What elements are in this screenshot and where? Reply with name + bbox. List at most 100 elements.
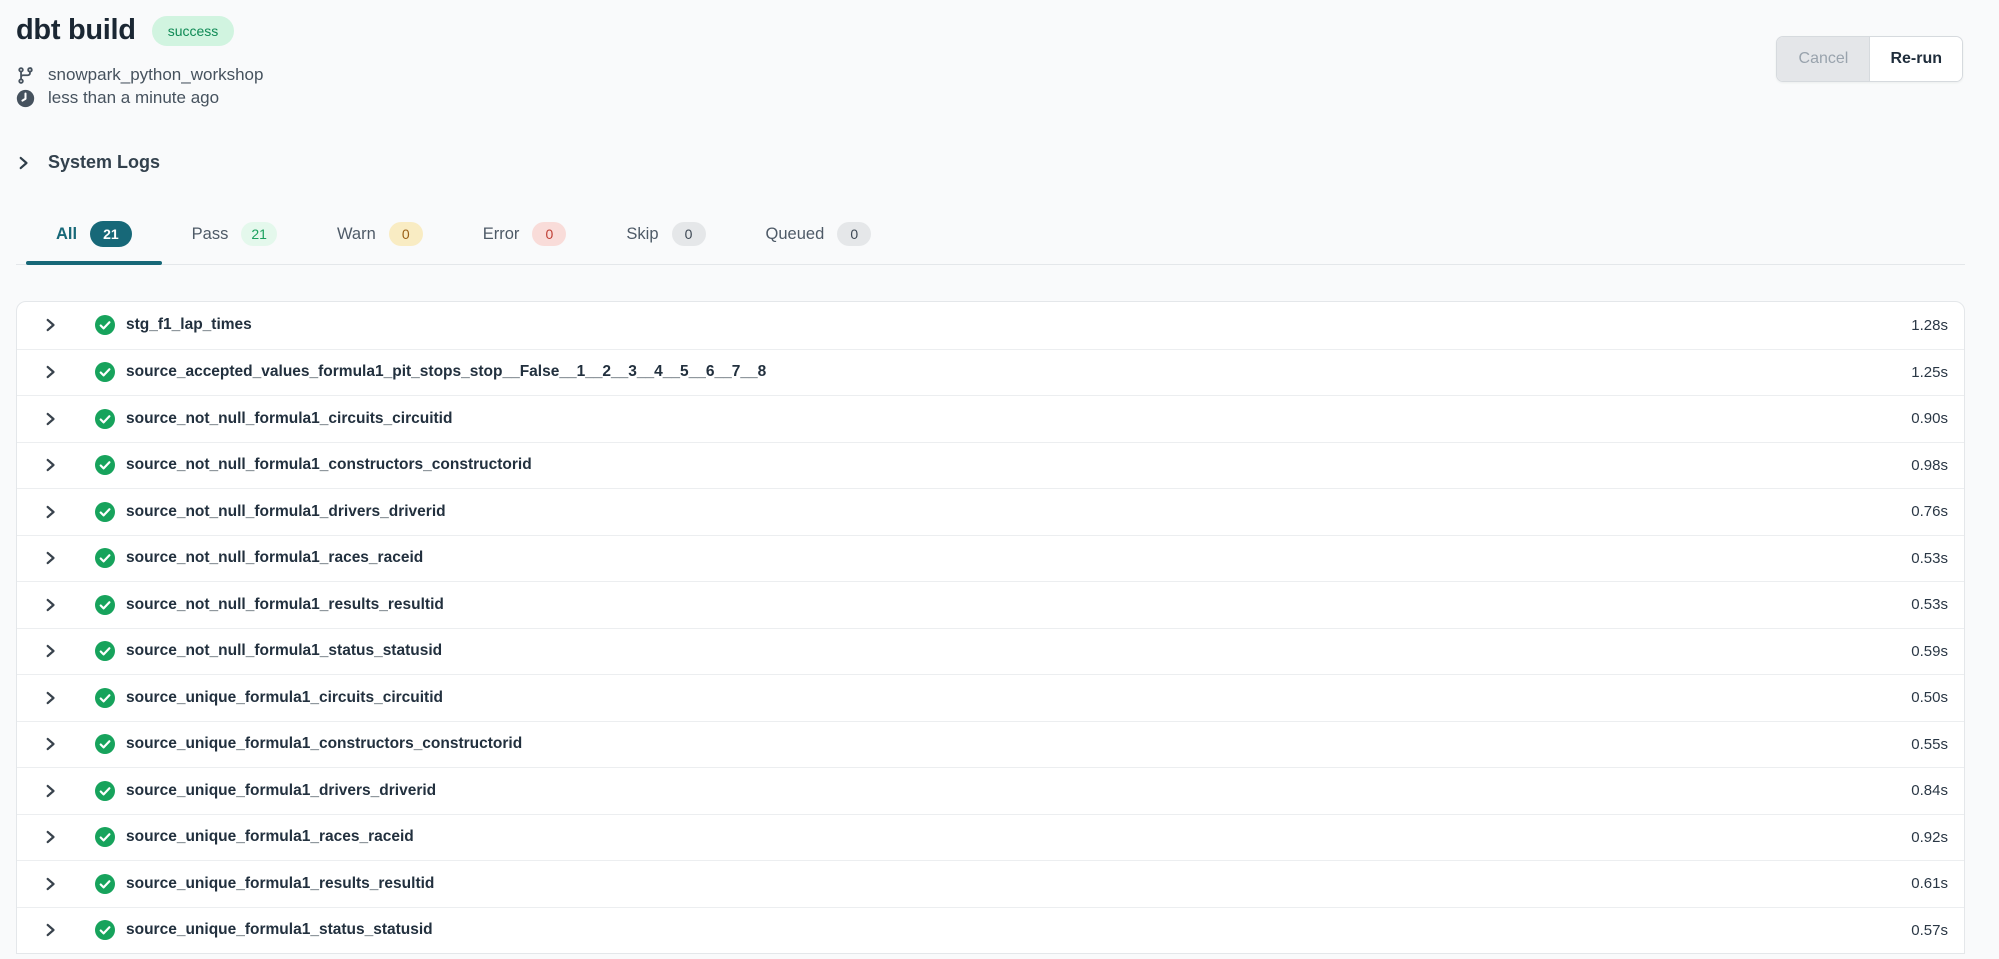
chevron-right-icon[interactable]: [43, 457, 58, 473]
result-row[interactable]: source_unique_formula1_constructors_cons…: [17, 721, 1964, 768]
result-row[interactable]: source_not_null_formula1_races_raceid 0.…: [17, 535, 1964, 582]
cancel-button[interactable]: Cancel: [1777, 37, 1869, 81]
time-ago: less than a minute ago: [48, 88, 219, 108]
result-name: source_not_null_formula1_circuits_circui…: [126, 410, 452, 428]
result-name: source_unique_formula1_constructors_cons…: [126, 735, 522, 753]
chevron-right-icon[interactable]: [43, 597, 58, 613]
result-name: source_unique_formula1_circuits_circuiti…: [126, 689, 443, 707]
branch-name: snowpark_python_workshop: [48, 65, 263, 85]
chevron-right-icon[interactable]: [43, 876, 58, 892]
check-circle-icon: [95, 734, 115, 754]
result-name: source_unique_formula1_results_resultid: [126, 875, 434, 893]
chevron-right-icon[interactable]: [43, 317, 58, 333]
result-duration: 0.84s: [1911, 782, 1948, 799]
tab-error[interactable]: Error 0: [453, 211, 597, 264]
job-run-page: dbt build success Cancel Re-run snowpark…: [0, 14, 1999, 954]
result-name: source_not_null_formula1_status_statusid: [126, 642, 442, 660]
result-row[interactable]: source_not_null_formula1_drivers_driveri…: [17, 488, 1964, 535]
branch-row: snowpark_python_workshop: [16, 65, 1999, 85]
chevron-right-icon[interactable]: [43, 411, 58, 427]
chevron-right-icon[interactable]: [43, 736, 58, 752]
chevron-right-icon[interactable]: [43, 690, 58, 706]
result-row[interactable]: source_unique_formula1_races_raceid 0.92…: [17, 814, 1964, 861]
result-duration: 0.61s: [1911, 875, 1948, 892]
result-name: source_unique_formula1_races_raceid: [126, 828, 414, 846]
tab-count-badge: 0: [837, 222, 871, 246]
tab-warn[interactable]: Warn 0: [307, 211, 453, 264]
result-duration: 1.25s: [1911, 364, 1948, 381]
chevron-right-icon[interactable]: [43, 922, 58, 938]
chevron-right-icon[interactable]: [43, 550, 58, 566]
result-row[interactable]: source_unique_formula1_status_statusid 0…: [17, 907, 1964, 954]
result-row[interactable]: stg_f1_lap_times 1.28s: [17, 302, 1964, 349]
check-circle-icon: [95, 595, 115, 615]
result-name: source_not_null_formula1_drivers_driveri…: [126, 503, 446, 521]
tab-count-badge: 21: [90, 221, 132, 247]
tab-pass[interactable]: Pass 21: [162, 211, 307, 264]
chevron-right-icon[interactable]: [43, 829, 58, 845]
check-circle-icon: [95, 688, 115, 708]
result-name: source_unique_formula1_drivers_driverid: [126, 782, 436, 800]
check-circle-icon: [95, 874, 115, 894]
check-circle-icon: [95, 315, 115, 335]
result-row[interactable]: source_not_null_formula1_status_statusid…: [17, 628, 1964, 675]
result-duration: 0.76s: [1911, 503, 1948, 520]
chevron-right-icon[interactable]: [43, 504, 58, 520]
result-duration: 0.50s: [1911, 689, 1948, 706]
result-row[interactable]: source_unique_formula1_circuits_circuiti…: [17, 674, 1964, 721]
check-circle-icon: [95, 920, 115, 940]
tab-label: Queued: [766, 225, 825, 244]
result-row[interactable]: source_not_null_formula1_circuits_circui…: [17, 395, 1964, 442]
result-name: source_not_null_formula1_races_raceid: [126, 549, 423, 567]
system-logs-label: System Logs: [48, 152, 160, 173]
result-row[interactable]: source_accepted_values_formula1_pit_stop…: [17, 349, 1964, 396]
tab-label: Error: [483, 225, 520, 244]
run-meta: snowpark_python_workshop less than a min…: [16, 65, 1999, 108]
git-branch-icon: [16, 66, 35, 85]
result-duration: 0.59s: [1911, 643, 1948, 660]
result-row[interactable]: source_unique_formula1_results_resultid …: [17, 860, 1964, 907]
result-name: source_not_null_formula1_results_resulti…: [126, 596, 444, 614]
chevron-right-icon: [16, 155, 31, 171]
chevron-right-icon[interactable]: [43, 783, 58, 799]
status-filter-tabs: All 21 Pass 21 Warn 0 Error 0 Skip 0 Que…: [16, 211, 1965, 265]
tab-queued[interactable]: Queued 0: [736, 211, 902, 264]
result-row[interactable]: source_not_null_formula1_constructors_co…: [17, 442, 1964, 489]
result-duration: 0.53s: [1911, 596, 1948, 613]
status-badge: success: [152, 16, 235, 46]
result-duration: 0.90s: [1911, 410, 1948, 427]
system-logs-toggle[interactable]: System Logs: [16, 152, 1999, 173]
result-duration: 1.28s: [1911, 317, 1948, 334]
result-name: stg_f1_lap_times: [126, 316, 252, 334]
page-title: dbt build: [16, 14, 136, 47]
chevron-right-icon[interactable]: [43, 364, 58, 380]
tab-count-badge: 0: [389, 222, 423, 246]
rerun-button[interactable]: Re-run: [1869, 37, 1962, 81]
clock-icon: [16, 89, 35, 108]
result-row[interactable]: source_unique_formula1_drivers_driverid …: [17, 767, 1964, 814]
result-duration: 0.92s: [1911, 829, 1948, 846]
tab-label: Warn: [337, 225, 376, 244]
check-circle-icon: [95, 455, 115, 475]
result-name: source_unique_formula1_status_statusid: [126, 921, 433, 939]
run-actions: Cancel Re-run: [1776, 36, 1963, 82]
tab-count-badge: 0: [532, 222, 566, 246]
check-circle-icon: [95, 781, 115, 801]
check-circle-icon: [95, 362, 115, 382]
result-row[interactable]: source_not_null_formula1_results_resulti…: [17, 581, 1964, 628]
time-row: less than a minute ago: [16, 88, 1999, 108]
check-circle-icon: [95, 827, 115, 847]
tab-label: Pass: [192, 225, 229, 244]
check-circle-icon: [95, 548, 115, 568]
result-duration: 0.53s: [1911, 550, 1948, 567]
check-circle-icon: [95, 641, 115, 661]
check-circle-icon: [95, 502, 115, 522]
result-duration: 0.57s: [1911, 922, 1948, 939]
chevron-right-icon[interactable]: [43, 643, 58, 659]
tab-skip[interactable]: Skip 0: [596, 211, 735, 264]
tab-label: All: [56, 225, 77, 244]
tab-all[interactable]: All 21: [26, 211, 162, 264]
tab-count-badge: 0: [672, 222, 706, 246]
tab-count-badge: 21: [241, 222, 277, 246]
check-circle-icon: [95, 409, 115, 429]
